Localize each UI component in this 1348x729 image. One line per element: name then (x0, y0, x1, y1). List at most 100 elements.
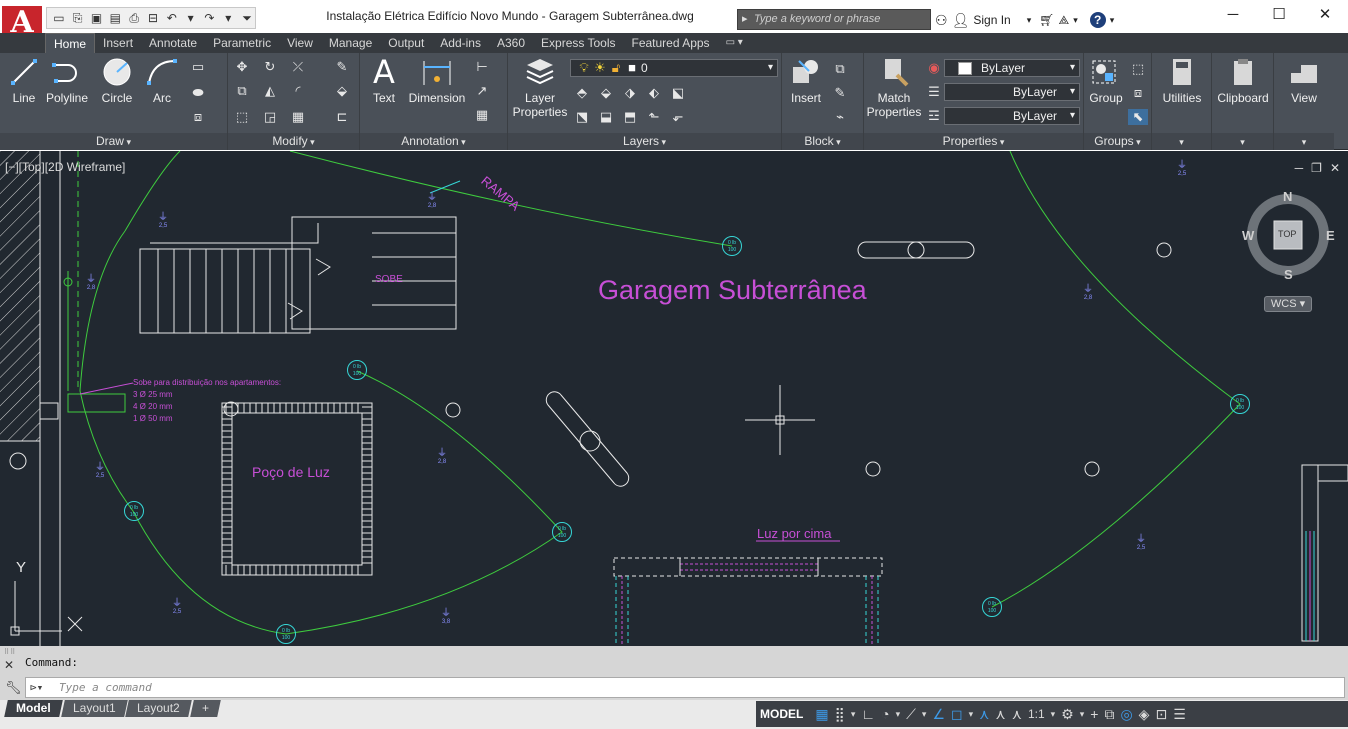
layer-tool-9-icon[interactable]: ⬑ (644, 109, 664, 125)
undo-icon[interactable]: ↶ (164, 11, 180, 25)
workspace-gear-icon[interactable]: ⚙ (1061, 706, 1074, 723)
ribbon-minimize-toggle[interactable]: ▭ ▾ (718, 33, 751, 53)
save-icon[interactable]: ▣ (89, 11, 105, 25)
help-dropdown-icon[interactable]: ▾ (1110, 15, 1115, 26)
create-block-icon[interactable]: ⧉ (830, 61, 850, 77)
tab-home[interactable]: Home (45, 33, 96, 53)
modify-panel-title[interactable]: Modify (228, 133, 359, 150)
snap-icon[interactable]: ⣿ (835, 706, 845, 723)
snap-dropdown-icon[interactable]: ▾ (851, 709, 856, 720)
tab-layout2[interactable]: Layout2 (125, 700, 192, 717)
isodraft-dropdown-icon[interactable]: ▾ (922, 709, 927, 720)
hatch-icon[interactable]: ⬬ (188, 85, 208, 101)
isolate-objects-icon[interactable]: ◈ (1139, 706, 1150, 723)
circle-button[interactable]: Circle (96, 57, 138, 105)
tab-annotate[interactable]: Annotate (141, 33, 205, 53)
viewcube-face-top[interactable]: TOP (1278, 229, 1296, 239)
annotation-panel-title[interactable]: Annotation (360, 133, 507, 150)
redo-icon[interactable]: ↷ (202, 11, 218, 25)
customize-qat-icon[interactable]: ⏷ (239, 11, 255, 25)
a360-dropdown-icon[interactable]: ▾ (1073, 15, 1078, 26)
grid-icon[interactable]: ▦ (815, 706, 828, 723)
layer-properties-button[interactable]: Layer Properties (512, 57, 568, 119)
utilities-button[interactable]: Utilities (1156, 57, 1208, 105)
dimension-button[interactable]: Dimension (406, 57, 468, 105)
command-prompt-icon[interactable]: ⊳▾ (30, 678, 43, 697)
redo-dropdown-icon[interactable]: ▾ (220, 11, 236, 25)
explode-icon[interactable]: ⬙ (332, 83, 352, 99)
region-icon[interactable]: ⧈ (188, 109, 208, 125)
move-icon[interactable]: ✥ (232, 59, 252, 75)
object-snap-tracking-icon[interactable]: ∠ (932, 706, 945, 723)
units-icon[interactable]: ⧉ (1104, 706, 1114, 723)
scale-button[interactable]: 1:1 (1028, 707, 1045, 721)
isodraft-icon[interactable]: ⟋ (906, 706, 916, 723)
rectangle-icon[interactable]: ▭ (188, 59, 208, 75)
layer-tool-4-icon[interactable]: ⬖ (644, 85, 664, 101)
tab-output[interactable]: Output (380, 33, 432, 53)
layer-tool-5-icon[interactable]: ⬕ (668, 85, 688, 101)
tab-a360[interactable]: A360 (489, 33, 533, 53)
tab-layout1[interactable]: Layout1 (60, 700, 128, 717)
edit-block-icon[interactable]: ✎ (830, 85, 850, 101)
scale-icon[interactable]: ◲ (260, 109, 280, 125)
properties-panel-title[interactable]: Properties (864, 133, 1083, 150)
viewcube[interactable]: TOP N S W E (1238, 189, 1338, 291)
viewport-minimize-icon[interactable]: ─ (1295, 161, 1304, 175)
layers-panel-title[interactable]: Layers (508, 133, 781, 150)
viewport-restore-icon[interactable]: ❐ (1311, 161, 1322, 175)
workspace-dropdown-icon[interactable]: ▾ (1080, 709, 1085, 720)
offset-icon[interactable]: ⊏ (332, 109, 352, 125)
layer-tool-1-icon[interactable]: ⬘ (572, 85, 592, 101)
stretch-icon[interactable]: ⬚ (232, 109, 252, 125)
groups-panel-title[interactable]: Groups (1084, 133, 1151, 150)
mirror-icon[interactable]: ◭ (260, 83, 280, 99)
drawing-canvas[interactable]: 0 lb 100 0 lb 100 0 lb 100 0 lb 100 0 lb 100 0 lb 1… (0, 151, 1348, 646)
polar-dropdown-icon[interactable]: ▾ (896, 709, 901, 720)
clean-screen-icon[interactable]: ⊡ (1155, 706, 1167, 723)
text-button[interactable]: A Text (366, 56, 402, 105)
array-icon[interactable]: ▦ (288, 109, 308, 125)
match-properties-button[interactable]: Match Properties (866, 57, 922, 119)
command-grip-icon[interactable]: ⠿⠿ (4, 648, 16, 656)
object-snap-icon[interactable]: ◻ (951, 706, 963, 723)
clipboard-expand[interactable] (1212, 133, 1273, 150)
print-icon[interactable]: ⊟ (145, 11, 161, 25)
lineweight-dropdown[interactable]: ByLayer (944, 107, 1080, 125)
wcs-menu[interactable]: WCS ▾ (1264, 296, 1312, 312)
draw-panel-title[interactable]: Draw (0, 133, 227, 150)
annotation-monitor-icon[interactable]: + (1090, 706, 1098, 722)
viewport-controls-label[interactable]: [−][Top][2D Wireframe] (5, 160, 125, 174)
sign-in-button[interactable]: Sign In (973, 13, 1010, 27)
tab-view[interactable]: View (279, 33, 321, 53)
quick-properties-icon[interactable]: ◎ (1120, 706, 1132, 723)
line-button[interactable]: Line (6, 57, 42, 105)
undo-dropdown-icon[interactable]: ▾ (183, 11, 199, 25)
compass-west[interactable]: W (1242, 228, 1254, 243)
command-input[interactable]: ⊳▾ Type a command (25, 677, 1345, 698)
tab-model[interactable]: Model (4, 700, 63, 717)
view-expand[interactable] (1274, 133, 1334, 150)
insert-button[interactable]: Insert (786, 57, 826, 105)
compass-north[interactable]: N (1283, 189, 1292, 204)
block-attributes-icon[interactable]: ⌁ (830, 109, 850, 125)
binoculars-icon[interactable]: ⚇ (935, 12, 948, 29)
trim-icon[interactable]: ⤫ (288, 59, 308, 75)
copy-icon[interactable]: ⧉ (232, 83, 252, 99)
layer-tool-10-icon[interactable]: ⬐ (668, 109, 688, 125)
new-layout-button[interactable]: + (190, 700, 221, 717)
group-select-icon[interactable]: ⬉ (1128, 109, 1148, 125)
layer-tool-6-icon[interactable]: ⬔ (572, 109, 592, 125)
customization-menu-icon[interactable]: ☰ (1173, 706, 1186, 723)
tab-manage[interactable]: Manage (321, 33, 380, 53)
close-command-icon[interactable]: ✕ (4, 658, 14, 672)
open-icon[interactable]: ⎘ (70, 11, 86, 25)
object-snap-dropdown-icon[interactable]: ▾ (969, 709, 974, 720)
tab-featured-apps[interactable]: Featured Apps (624, 33, 718, 53)
rotate-icon[interactable]: ↻ (260, 59, 280, 75)
arc-button[interactable]: Arc (144, 57, 180, 105)
tab-express-tools[interactable]: Express Tools (533, 33, 623, 53)
help-icon[interactable]: ? (1089, 12, 1106, 28)
annotation-scale-icon[interactable]: ⋏ (1012, 706, 1022, 723)
linear-dim-icon[interactable]: ⊢ (472, 59, 492, 75)
